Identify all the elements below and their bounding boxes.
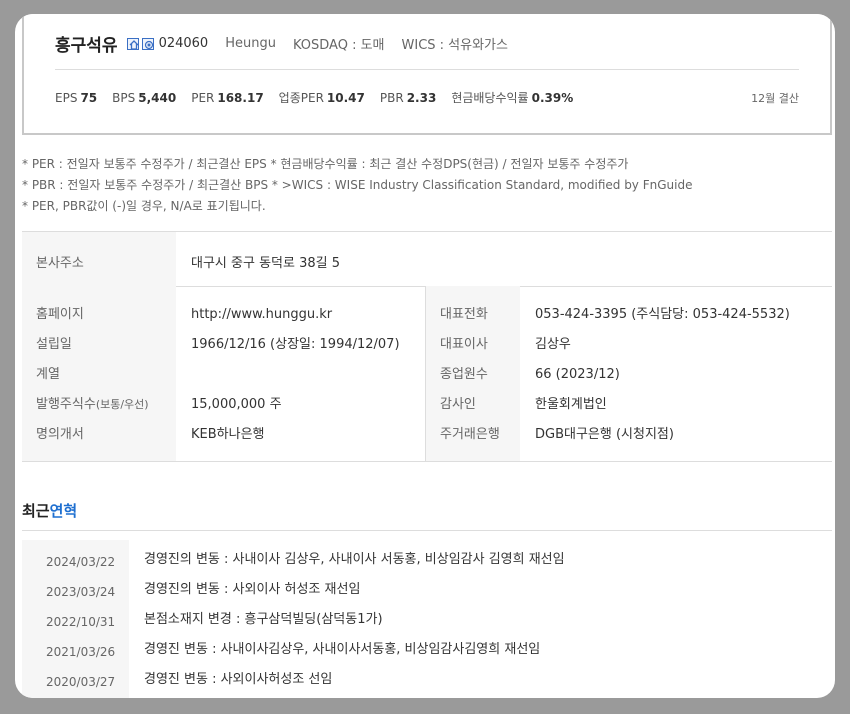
header-divider [55, 69, 799, 70]
footnotes: * PER : 전일자 보통주 수정주가 / 최근결산 EPS * 현금배당수익… [22, 154, 692, 217]
company-name: 흥구석유 [55, 36, 118, 56]
company-overview-card: 흥구석유 024060 Heungu KOSDAQ : 도매 WICS : 석유… [15, 14, 835, 698]
address-label: 본사주소 [22, 232, 176, 286]
address-table: 본사주소 대구시 중구 동덕로 38길 5 [22, 231, 832, 287]
stat-eps: EPS 75 [55, 91, 98, 105]
history-date: 2022/10/31 [46, 615, 116, 629]
title-row: 흥구석유 024060 Heungu KOSDAQ : 도매 WICS : 석유… [55, 31, 508, 56]
founded-label: 설립일 [36, 337, 72, 352]
company-header: 흥구석유 024060 Heungu KOSDAQ : 도매 WICS : 석유… [22, 14, 832, 135]
footnote: * PER, PBR값이 (-)일 경우, N/A로 표기됩니다. [22, 199, 266, 213]
ceo-value: 김상우 [535, 337, 571, 352]
transfer-agent-value: KEB하나은행 [191, 427, 265, 442]
stat-pbr: PBR 2.33 [379, 91, 437, 105]
auditor-value: 한울회계법인 [535, 397, 607, 412]
address-value: 대구시 중구 동덕로 38길 5 [191, 256, 340, 271]
history-date: 2024/03/22 [46, 555, 116, 569]
history-event: 경영진 변동 : 사내이사김상우, 사내이사서동홍, 비상임감사김영희 재선임 [144, 642, 541, 657]
history-event: 경영진의 변동 : 사내이사 김상우, 사내이사 서동홍, 비상임감사 김영희 … [144, 552, 565, 567]
history-date: 2023/03/24 [46, 585, 116, 599]
employees-value: 66 (2023/12) [535, 367, 620, 382]
stat-dividend-yield: 현금배당수익률 0.39% [451, 91, 574, 105]
ir-icon[interactable] [141, 37, 154, 50]
homepage-link[interactable]: http://www.hunggu.kr [191, 307, 425, 337]
footnote: * PBR : 전일자 보통주 수정주가 / 최근결산 BPS * >WICS … [22, 178, 693, 192]
phone-value: 053-424-3395 (주식담당: 053-424-5532) [535, 307, 790, 322]
employees-label: 종업원수 [440, 367, 488, 382]
history-date: 2021/03/26 [46, 645, 116, 659]
phone-label: 대표전화 [440, 307, 488, 322]
history-event: 경영진의 변동 : 사외이사 허성조 재선임 [144, 582, 361, 597]
transfer-agent-label: 명의개서 [36, 427, 84, 442]
ceo-label: 대표이사 [440, 337, 488, 352]
info-column-left: 홈페이지 설립일 계열 발행주식수(보통/우선) 명의개서 http://www… [22, 286, 426, 461]
shares-value: 15,000,000 주 [191, 397, 282, 412]
affiliation-label: 계열 [36, 367, 60, 382]
main-bank-value: DGB대구은행 (시청지점) [535, 427, 674, 442]
shares-label: 발행주식수(보통/우선) [36, 397, 149, 412]
settlement-month: 12월 결산 [751, 92, 799, 105]
history-title: 최근연혁 [22, 502, 78, 520]
stat-per: PER 168.17 [191, 91, 264, 105]
market-sector: KOSDAQ : 도매 [292, 38, 385, 53]
valuation-stats: EPS 75 BPS 5,440 PER 168.17 업종PER 10.47 PBR 2… [55, 89, 588, 106]
footnote: * PER : 전일자 보통주 수정주가 / 최근결산 EPS * 현금배당수익… [22, 157, 629, 171]
history-dates: 2024/03/22 2023/03/24 2022/10/31 2021/03… [22, 540, 129, 698]
stat-bps: BPS 5,440 [112, 91, 177, 105]
home-icon[interactable] [126, 37, 139, 50]
info-column-right: 대표전화 대표이사 종업원수 감사인 주거래은행 053-424-3395 (주… [426, 286, 832, 461]
history-event: 본점소재지 변경 : 흥구삼덕빌딩(삼덕동1가) [144, 612, 383, 627]
history-date: 2020/03/27 [46, 675, 116, 689]
founded-value: 1966/12/16 (상장일: 1994/12/07) [191, 337, 400, 352]
history-table: 2024/03/22 2023/03/24 2022/10/31 2021/03… [22, 540, 832, 698]
company-info-table: 홈페이지 설립일 계열 발행주식수(보통/우선) 명의개서 http://www… [22, 286, 832, 462]
stock-code: 024060 [158, 36, 209, 51]
main-bank-label: 주거래은행 [440, 427, 500, 442]
affiliation-value [191, 367, 425, 397]
history-divider [22, 530, 832, 531]
history-events: 경영진의 변동 : 사내이사 김상우, 사내이사 서동홍, 비상임감사 김영희 … [129, 540, 565, 698]
homepage-label: 홈페이지 [36, 307, 84, 322]
stat-industry-per: 업종PER 10.47 [278, 91, 365, 105]
history-event: 경영진 변동 : 사외이사허성조 선임 [144, 672, 333, 687]
english-name: Heungu [225, 36, 276, 51]
wics-sector: WICS : 석유와가스 [401, 38, 508, 53]
auditor-label: 감사인 [440, 397, 476, 412]
